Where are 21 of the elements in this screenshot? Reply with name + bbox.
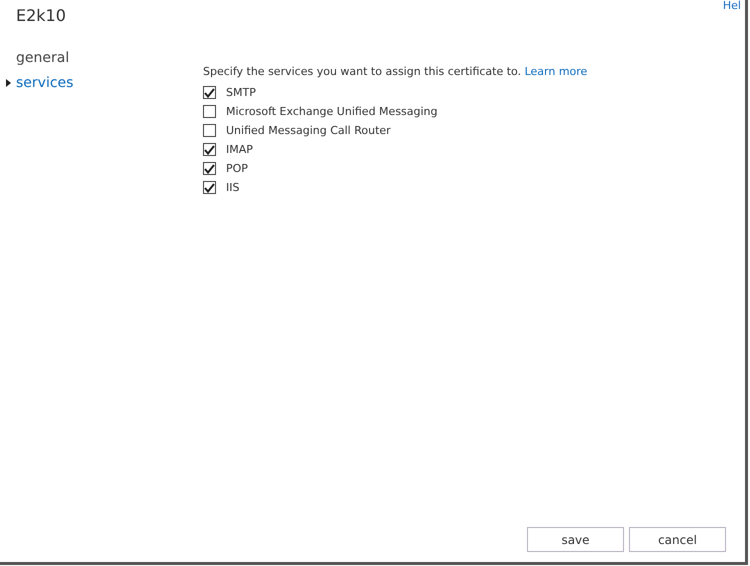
- instruction-text: Specify the services you want to assign this certificate to. Learn more: [203, 65, 588, 78]
- checkbox-label: Unified Messaging Call Router: [226, 124, 391, 137]
- dialog-button[interactable]: cancel: [629, 527, 726, 552]
- checkbox[interactable]: [203, 181, 216, 194]
- checkbox[interactable]: [203, 162, 216, 175]
- help-link[interactable]: Hel: [722, 0, 741, 11]
- checkbox[interactable]: [203, 105, 216, 118]
- checkbox-label: Microsoft Exchange Unified Messaging: [226, 105, 438, 118]
- dialog-button[interactable]: save: [527, 527, 624, 552]
- nav-item[interactable]: general: [6, 48, 196, 67]
- window-title: E2k10: [15, 5, 66, 25]
- checkbox[interactable]: [203, 86, 216, 99]
- checkbox[interactable]: [203, 124, 216, 137]
- checkbox-label: SMTP: [226, 86, 256, 99]
- nav-item[interactable]: services: [6, 73, 196, 92]
- caret-icon: [6, 78, 11, 86]
- checkbox-label: POP: [226, 162, 248, 175]
- checkbox-label: IIS: [226, 181, 240, 194]
- checkbox[interactable]: [203, 143, 216, 156]
- checkbox-label: IMAP: [226, 143, 253, 156]
- learn-more-link[interactable]: Learn more: [524, 65, 588, 78]
